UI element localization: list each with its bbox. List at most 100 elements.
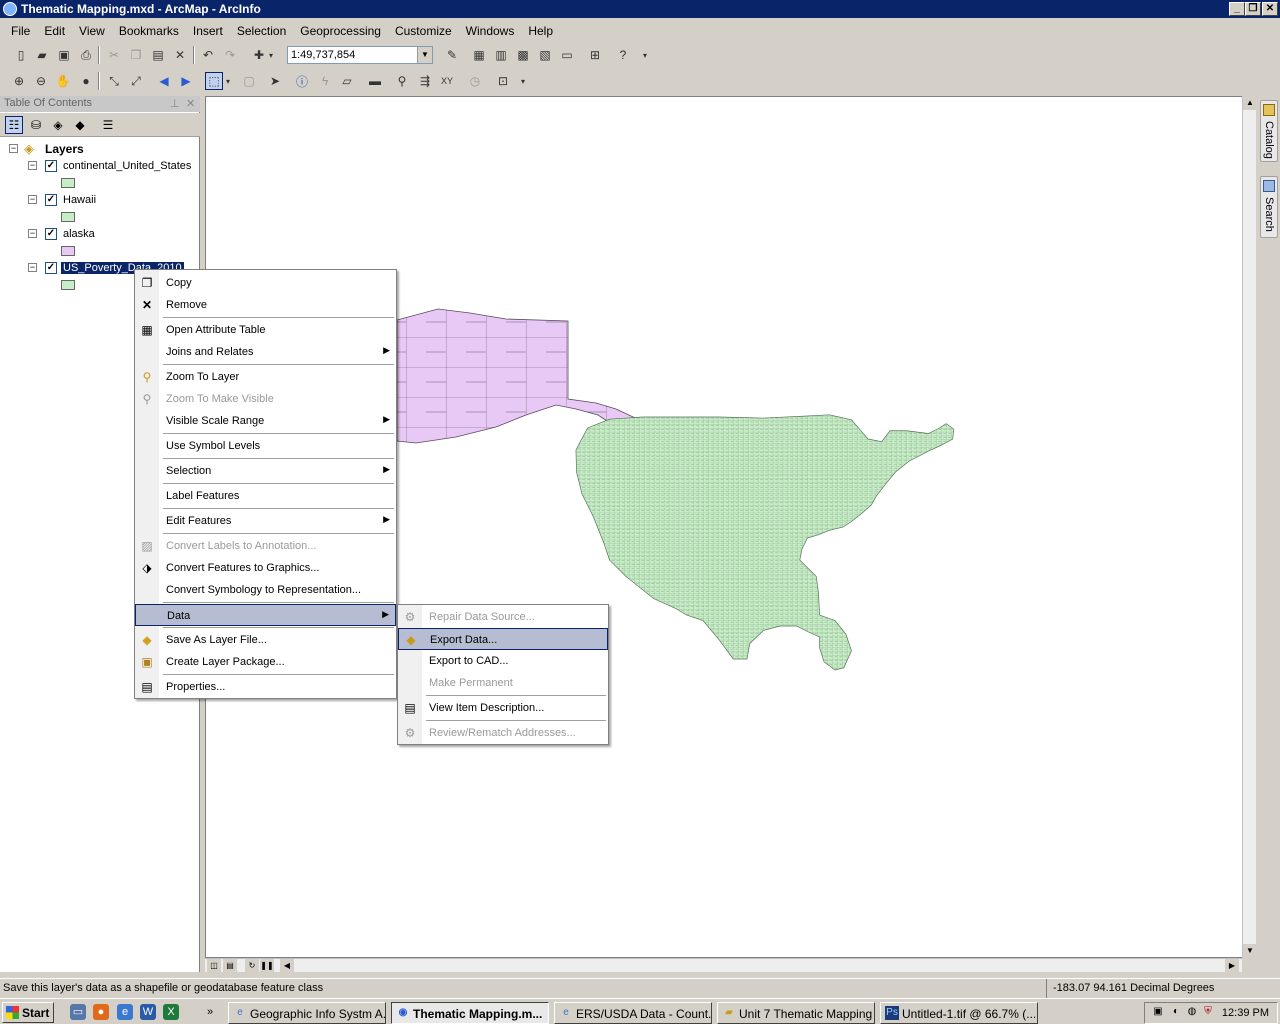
scroll-right-icon[interactable]: ▶ — [1225, 959, 1239, 973]
catalog-tab[interactable]: Catalog — [1260, 100, 1278, 162]
editor-toolbar-icon[interactable]: ✎ — [443, 46, 461, 64]
hyperlink-icon[interactable]: ϟ — [316, 72, 334, 90]
list-by-selection-icon[interactable]: ◆ — [71, 116, 89, 134]
menu-item-create-layer-package[interactable]: ▣ Create Layer Package... — [135, 651, 396, 673]
refresh-view-icon[interactable]: ↻ — [245, 959, 259, 973]
menu-insert[interactable]: Insert — [186, 24, 230, 38]
scroll-down-icon[interactable]: ▼ — [1243, 944, 1257, 958]
arctoolbox-icon[interactable]: ▧ — [536, 46, 554, 64]
go-to-xy-icon[interactable]: XY — [438, 72, 456, 90]
layer-visibility-checkbox[interactable]: ✓ — [45, 160, 57, 172]
layer-visibility-checkbox[interactable]: ✓ — [45, 194, 57, 206]
map-vertical-scrollbar[interactable]: ▲ ▼ — [1242, 96, 1257, 958]
task-ers-usda-data[interactable]: e ERS/USDA Data - Count... — [554, 1002, 712, 1024]
identify-icon[interactable]: ⓘ — [293, 72, 311, 90]
excel-icon[interactable]: X — [163, 1004, 179, 1020]
time-slider-icon[interactable]: ◷ — [466, 72, 484, 90]
html-popup-icon[interactable]: ▱ — [338, 72, 356, 90]
layer-name-alaska[interactable]: alaska — [63, 228, 95, 240]
select-elements-arrow-icon[interactable]: ➤ — [266, 72, 284, 90]
menu-edit[interactable]: Edit — [37, 24, 72, 38]
layer-name-hawaii[interactable]: Hawaii — [63, 194, 96, 206]
menu-item-export-data[interactable]: ◆ Export Data... — [398, 628, 608, 650]
menu-item-export-to-cad[interactable]: Export to CAD... — [398, 650, 608, 672]
shield-icon[interactable]: ⛨ — [1201, 1006, 1215, 1020]
select-features-icon[interactable]: ⬚ — [205, 72, 223, 90]
menu-geoprocessing[interactable]: Geoprocessing — [293, 24, 388, 38]
toc-options-icon[interactable]: ☰ — [99, 116, 117, 134]
menu-item-convert-symbology[interactable]: Convert Symbology to Representation... — [135, 579, 396, 601]
python-window-icon[interactable]: ▭ — [558, 46, 576, 64]
menu-item-edit-features[interactable]: Edit Features ▶ — [135, 510, 396, 532]
undo-icon[interactable]: ↶ — [199, 46, 217, 64]
zoom-out-icon[interactable]: ⊖ — [32, 72, 50, 90]
minimize-button[interactable]: _ — [1229, 2, 1245, 16]
close-button[interactable]: ✕ — [1262, 2, 1278, 16]
arcmap-app-icon[interactable] — [3, 2, 17, 16]
task-photoshop-untitled[interactable]: Ps Untitled-1.tif @ 66.7% (... — [880, 1002, 1038, 1024]
menu-item-remove[interactable]: ✕ Remove — [135, 294, 396, 316]
menu-item-convert-labels-to-annotation[interactable]: ▨ Convert Labels to Annotation... — [135, 535, 396, 557]
find-binoculars-icon[interactable]: ⚲ — [393, 72, 411, 90]
menu-customize[interactable]: Customize — [388, 24, 459, 38]
internet-explorer-icon[interactable]: e — [117, 1004, 133, 1020]
menu-item-data[interactable]: Data ▶ — [135, 604, 396, 626]
chevron-down-icon[interactable]: ▼ — [417, 47, 432, 63]
task-unit7-folder[interactable]: ▰ Unit 7 Thematic Mapping — [717, 1002, 875, 1024]
redo-icon[interactable]: ↷ — [221, 46, 239, 64]
save-icon[interactable]: ▣ — [55, 46, 73, 64]
toolbar-options-icon[interactable]: ▾ — [636, 46, 654, 64]
menu-item-selection[interactable]: Selection ▶ — [135, 460, 396, 482]
fixed-zoom-out-icon[interactable]: ⤢ — [127, 72, 145, 90]
menu-item-zoom-to-make-visible[interactable]: ⚲ Zoom To Make Visible — [135, 388, 396, 410]
layer-symbol-swatch[interactable] — [61, 212, 75, 222]
measure-icon[interactable]: ▬ — [366, 72, 384, 90]
word-icon[interactable]: W — [140, 1004, 156, 1020]
menu-help[interactable]: Help — [521, 24, 560, 38]
create-viewer-window-icon[interactable]: ⊡ — [494, 72, 512, 90]
layer-visibility-checkbox[interactable]: ✓ — [45, 262, 57, 274]
whats-this-icon[interactable]: ? — [614, 46, 632, 64]
open-folder-icon[interactable]: ▰ — [33, 46, 51, 64]
copy-icon[interactable]: ❐ — [127, 46, 145, 64]
collapse-layer-icon[interactable]: − — [28, 229, 37, 238]
taskbar-clock[interactable]: 12:39 PM — [1222, 1007, 1269, 1019]
close-icon[interactable]: ✕ — [186, 97, 195, 110]
delete-icon[interactable]: ✕ — [171, 46, 189, 64]
security-icon[interactable]: ◍ — [1185, 1006, 1199, 1020]
full-extent-globe-icon[interactable]: ● — [77, 72, 95, 90]
collapse-layers-icon[interactable]: − — [9, 144, 18, 153]
menu-item-label-features[interactable]: Label Features — [135, 485, 396, 507]
search-window-icon[interactable]: ▩ — [514, 46, 532, 64]
menu-item-repair-data-source[interactable]: ⚙ Repair Data Source... — [398, 606, 608, 628]
menu-item-copy[interactable]: ❐ Copy — [135, 272, 396, 294]
list-by-visibility-icon[interactable]: ◈ — [49, 116, 67, 134]
map-scale-combobox[interactable]: 1:49,737,854 ▼ — [287, 46, 433, 64]
menu-item-properties[interactable]: ▤ Properties... — [135, 676, 396, 698]
volume-icon[interactable]: ◐ — [1169, 1006, 1183, 1020]
menu-item-visible-scale-range[interactable]: Visible Scale Range ▶ — [135, 410, 396, 432]
menu-file[interactable]: File — [4, 24, 37, 38]
toolbar-options-icon[interactable]: ▾ — [514, 72, 532, 90]
layer-symbol-swatch[interactable] — [61, 178, 75, 188]
restore-button[interactable]: ❐ — [1245, 2, 1261, 16]
layer-symbol-swatch[interactable] — [61, 280, 75, 290]
menu-item-make-permanent[interactable]: Make Permanent — [398, 672, 608, 694]
list-by-drawing-order-icon[interactable]: ☷ — [5, 116, 23, 134]
pin-icon[interactable]: ⊥ — [170, 97, 180, 110]
table-of-contents-icon[interactable]: ▦ — [470, 46, 488, 64]
menu-item-open-attribute-table[interactable]: ▦ Open Attribute Table — [135, 319, 396, 341]
map-horizontal-scrollbar[interactable]: ◫ ▤ ↻ ❚❚ ◀ ▶ — [205, 958, 1242, 973]
catalog-window-icon[interactable]: ▥ — [492, 46, 510, 64]
menu-view[interactable]: View — [72, 24, 112, 38]
menu-item-review-rematch-addresses[interactable]: ⚙ Review/Rematch Addresses... — [398, 722, 608, 744]
menu-bookmarks[interactable]: Bookmarks — [112, 24, 186, 38]
fixed-zoom-in-icon[interactable]: ⤡ — [105, 72, 123, 90]
menu-selection[interactable]: Selection — [230, 24, 293, 38]
modelbuilder-icon[interactable]: ⊞ — [586, 46, 604, 64]
find-route-icon[interactable]: ⇶ — [416, 72, 434, 90]
scroll-up-icon[interactable]: ▲ — [1243, 96, 1257, 110]
back-arrow-icon[interactable]: ◀ — [155, 72, 173, 90]
menu-item-zoom-to-layer[interactable]: ⚲ Zoom To Layer — [135, 366, 396, 388]
menu-item-save-as-layer-file[interactable]: ◆ Save As Layer File... — [135, 629, 396, 651]
